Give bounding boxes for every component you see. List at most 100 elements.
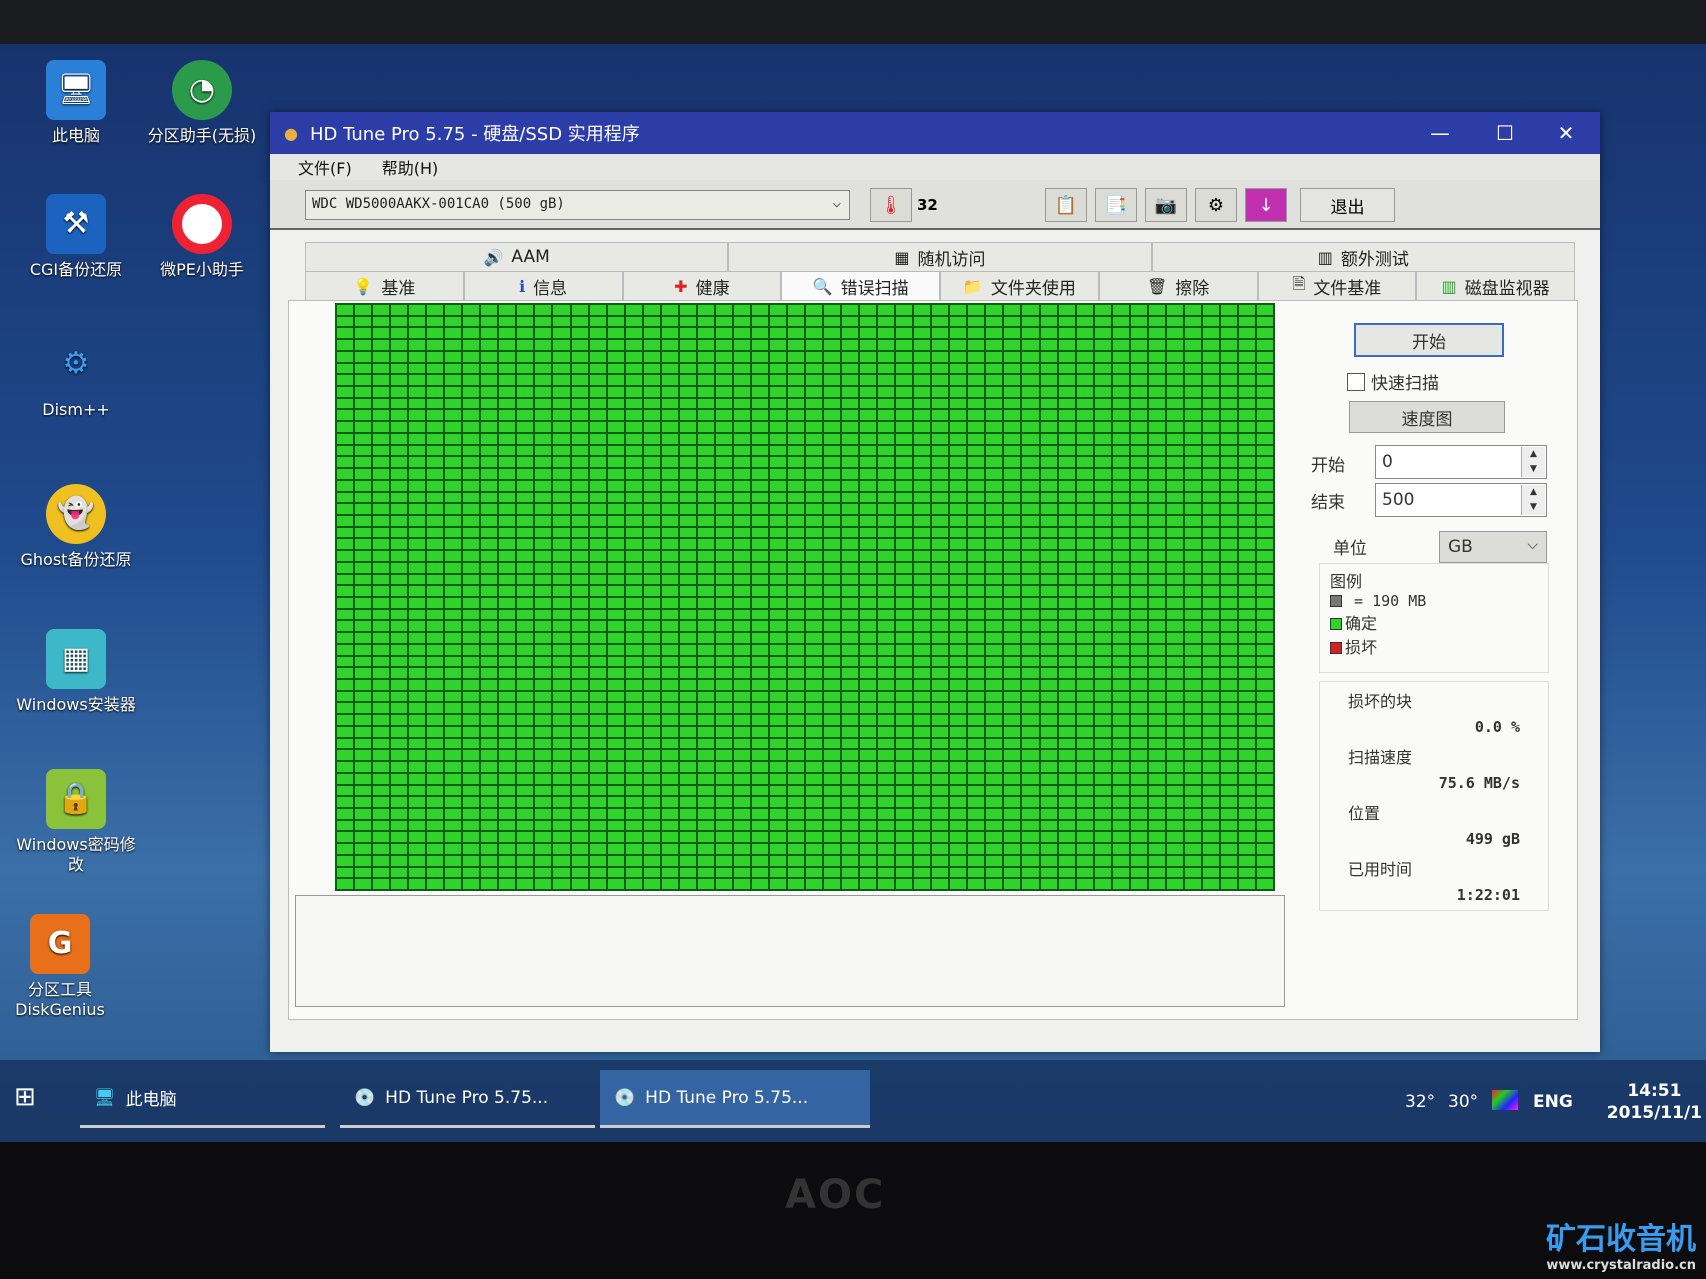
desktop-icon-this-pc[interactable]: 🖥 此电脑 xyxy=(16,60,136,146)
tray-temp-1[interactable]: 32° xyxy=(1405,1092,1435,1112)
scan-block xyxy=(1184,316,1201,327)
exit-button[interactable]: 退出 xyxy=(1300,188,1395,222)
scan-block xyxy=(1094,328,1111,339)
scan-block xyxy=(806,492,823,503)
scan-block xyxy=(391,398,408,409)
desktop-icon-dism[interactable]: ⚙ Dism++ xyxy=(16,334,136,420)
speed-map-button[interactable]: 速度图 xyxy=(1349,401,1505,433)
scan-block xyxy=(751,562,768,573)
desktop-icon-ghost[interactable]: 👻 Ghost备份还原 xyxy=(16,484,136,570)
desktop-icon-diskgenius[interactable]: G 分区工具DiskGenius xyxy=(0,914,120,1020)
scan-block xyxy=(517,609,534,620)
language-indicator[interactable]: ENG xyxy=(1533,1092,1573,1112)
tab-extra-tests[interactable]: ▥ 额外测试 xyxy=(1151,242,1575,271)
scan-block xyxy=(517,715,534,725)
scan-block xyxy=(733,586,750,596)
desktop-icon-windows-installer[interactable]: ▦ Windows安装器 xyxy=(16,629,136,715)
tray-temp-2[interactable]: 30° xyxy=(1448,1092,1478,1112)
desktop-icon-password[interactable]: 🔒 Windows密码修改 xyxy=(16,769,136,875)
scan-block xyxy=(1112,750,1129,761)
taskbar-item-hdtune-1[interactable]: 💿 HD Tune Pro 5.75... xyxy=(340,1070,595,1128)
scan-block xyxy=(1256,797,1273,807)
copy-info-button[interactable]: 📋 xyxy=(1045,188,1087,222)
scan-block xyxy=(535,551,552,561)
tab-folder-usage[interactable]: 📁 文件夹使用 xyxy=(940,271,1099,300)
scan-block xyxy=(553,328,570,339)
scan-block xyxy=(896,879,913,889)
scan-block xyxy=(932,445,949,456)
tab-info[interactable]: ℹ 信息 xyxy=(463,271,623,300)
scan-block xyxy=(1220,340,1237,350)
tab-aam[interactable]: 🔊 AAM xyxy=(305,242,729,271)
scan-block xyxy=(661,879,678,889)
scan-block xyxy=(697,527,714,538)
windows-start-icon[interactable]: ⊞ xyxy=(14,1082,36,1112)
scan-block xyxy=(1202,387,1219,397)
scan-block xyxy=(1166,480,1183,491)
scan-block xyxy=(824,422,841,432)
maximize-button[interactable]: ☐ xyxy=(1475,116,1535,150)
copy-screenshot-button[interactable]: 📑 xyxy=(1095,188,1137,222)
tab-erase[interactable]: 🗑 擦除 xyxy=(1098,271,1258,300)
drive-select[interactable]: WDC WD5000AAKX-001CA0 (500 gB) ⌵ xyxy=(305,190,850,220)
scan-block xyxy=(932,656,949,667)
tab-disk-monitor[interactable]: ▥ 磁盘监视器 xyxy=(1416,271,1575,300)
taskbar-item-hdtune-2[interactable]: 💿 HD Tune Pro 5.75... xyxy=(600,1070,870,1128)
block-swatch xyxy=(1330,595,1342,607)
scan-block xyxy=(1256,738,1273,749)
scan-block xyxy=(1094,410,1111,421)
scan-block xyxy=(1112,433,1129,444)
options-button[interactable]: ⚙ xyxy=(1195,188,1237,222)
scan-block xyxy=(842,785,859,796)
scan-block xyxy=(589,387,606,397)
scan-block xyxy=(1148,797,1165,807)
desktop-icon-partition-assistant[interactable]: ◔ 分区助手(无损) xyxy=(142,60,262,146)
scan-block xyxy=(860,879,877,889)
scan-block xyxy=(769,633,786,643)
scan-block xyxy=(535,515,552,526)
scan-block xyxy=(625,422,642,432)
menu-help[interactable]: 帮助(H) xyxy=(382,155,439,179)
taskbar-item-this-pc[interactable]: 🖥 此电脑 xyxy=(80,1070,325,1128)
scan-block xyxy=(1166,515,1183,526)
menu-file[interactable]: 文件(F) xyxy=(298,155,352,179)
spinner-arrows-icon[interactable]: ▲ ▼ xyxy=(1521,485,1545,515)
title-bar[interactable]: ● HD Tune Pro 5.75 - 硬盘/SSD 实用程序 — ☐ ✕ xyxy=(270,112,1600,154)
scan-block xyxy=(950,469,967,479)
scan-block xyxy=(733,879,750,889)
tab-error-scan[interactable]: 🔍 错误扫描 xyxy=(781,271,940,300)
scan-block xyxy=(1184,691,1201,702)
start-input[interactable]: 0 ▲ ▼ xyxy=(1375,445,1547,479)
scan-block xyxy=(986,492,1003,503)
scan-block xyxy=(625,457,642,468)
tab-health[interactable]: ✚ 健康 xyxy=(622,271,782,300)
scan-block xyxy=(499,398,516,409)
close-button[interactable]: ✕ xyxy=(1536,116,1596,150)
scan-block xyxy=(950,797,967,807)
screenshot-button[interactable]: 📷 xyxy=(1145,188,1187,222)
scan-block xyxy=(932,703,949,714)
thermometer-icon: 🌡 xyxy=(870,188,912,222)
unit-select[interactable]: GB ⌵ xyxy=(1439,531,1547,563)
tab-random-access[interactable]: ▦ 随机访问 xyxy=(728,242,1152,271)
save-button[interactable]: ↓ xyxy=(1245,188,1287,222)
spinner-arrows-icon[interactable]: ▲ ▼ xyxy=(1521,447,1545,477)
color-tray-icon[interactable] xyxy=(1492,1090,1518,1110)
scan-block xyxy=(463,574,480,585)
scan-block xyxy=(697,879,714,889)
clock[interactable]: 14:51 2015/11/1 xyxy=(1607,1080,1702,1124)
quick-scan-checkbox[interactable]: 快速扫描 xyxy=(1347,369,1439,394)
tab-benchmark[interactable]: 💡 基准 xyxy=(305,271,464,300)
desktop-icon-wepe[interactable]: 微PE小助手 xyxy=(142,194,262,280)
checkbox-box[interactable] xyxy=(1347,372,1365,391)
scan-block xyxy=(1238,457,1255,468)
start-scan-button[interactable]: 开始 xyxy=(1354,323,1504,357)
tab-file-benchmark[interactable]: 🗎 文件基准 xyxy=(1257,271,1417,300)
desktop-icon-cgi[interactable]: ⚒ CGI备份还原 xyxy=(16,194,136,280)
scan-block xyxy=(697,738,714,749)
end-input[interactable]: 500 ▲ ▼ xyxy=(1375,483,1547,517)
scan-block xyxy=(1022,539,1039,550)
scan-block xyxy=(1238,832,1255,843)
scan-block xyxy=(896,574,913,585)
minimize-button[interactable]: — xyxy=(1410,116,1470,150)
